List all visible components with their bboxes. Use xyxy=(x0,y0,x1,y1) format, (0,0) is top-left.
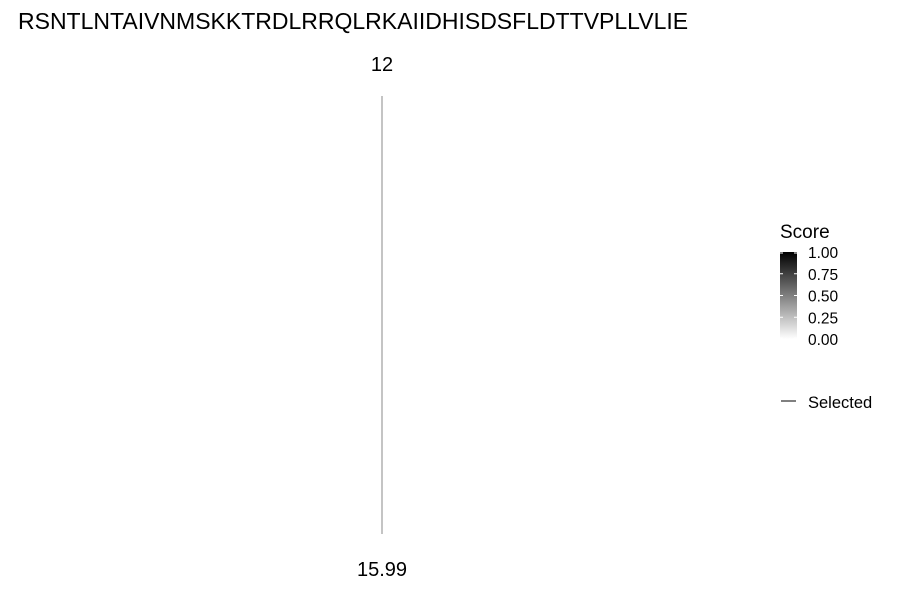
score-tick-label: 1.00 xyxy=(808,245,839,262)
score-tick-label: 0.50 xyxy=(808,289,839,306)
selected-legend: Selected xyxy=(781,394,872,412)
score-legend: Score 1.00 0.75 0.50 0.25 0.00 xyxy=(780,222,839,349)
score-tick-label: 0.00 xyxy=(808,332,839,349)
score-tick-label: 0.25 xyxy=(808,310,838,327)
sequence-title: RSNTLNTAIVNMSKKTRDLRRQLRKAIIDHISDSFLDTTV… xyxy=(18,8,688,34)
score-tick-label: 0.75 xyxy=(808,267,838,284)
top-position-label: 12 xyxy=(371,54,393,76)
bottom-position-label: 15.99 xyxy=(357,559,407,581)
selected-legend-label: Selected xyxy=(808,394,872,412)
score-legend-title: Score xyxy=(780,222,830,243)
chart: RSNTLNTAIVNMSKKTRDLRRQLRKAIIDHISDSFLDTTV… xyxy=(18,8,872,581)
